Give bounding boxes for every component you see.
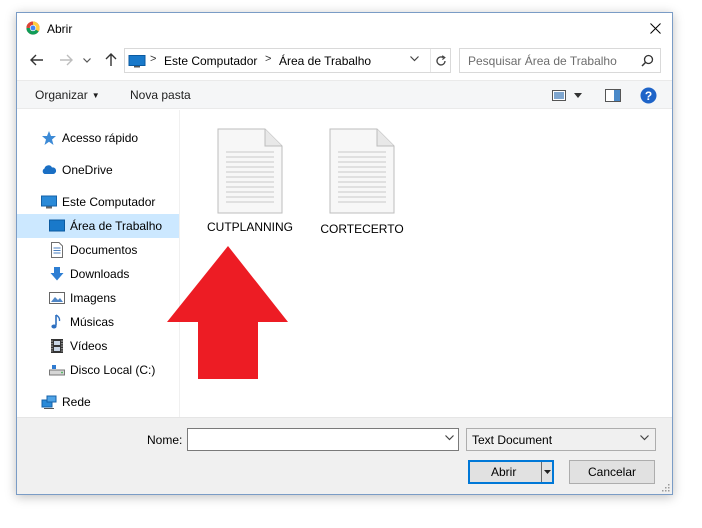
file-item-cutplanning[interactable]: CUTPLANNING xyxy=(205,128,295,240)
monitor-icon xyxy=(41,195,57,209)
filetype-value: Text Document xyxy=(472,433,553,447)
star-icon xyxy=(42,131,56,145)
back-arrow-icon xyxy=(30,54,43,66)
recent-locations-button[interactable] xyxy=(80,48,94,72)
sidebar-item-documentos[interactable]: Documentos xyxy=(17,238,179,262)
open-options-button[interactable] xyxy=(541,462,552,482)
sidebar-item-imagens[interactable]: Imagens xyxy=(17,286,179,310)
forward-arrow-icon xyxy=(60,54,73,66)
red-up-arrow-annotation xyxy=(167,246,288,379)
sidebar-item-label: Disco Local (C:) xyxy=(70,363,156,377)
caret-down-icon[interactable] xyxy=(574,93,582,98)
filetype-select[interactable]: Text Document xyxy=(466,428,656,451)
sidebar-item-label: Área de Trabalho xyxy=(70,219,163,233)
sidebar-item-musicas[interactable]: Músicas xyxy=(17,310,179,334)
breadcrumb-separator: > xyxy=(150,53,157,65)
view-options-icon[interactable] xyxy=(552,90,566,101)
sidebar-item-acesso-rapido[interactable]: Acesso rápido xyxy=(17,126,179,150)
sidebar-item-label: Rede xyxy=(62,395,91,409)
picture-icon xyxy=(49,292,65,304)
file-item-cortecerto[interactable]: CORTECERTO xyxy=(317,128,407,240)
up-arrow-icon xyxy=(105,53,117,66)
chevron-down-icon xyxy=(640,435,649,441)
search-box[interactable]: Pesquisar Área de Trabalho xyxy=(459,48,661,73)
refresh-icon xyxy=(436,54,446,66)
help-icon[interactable]: ? xyxy=(640,87,657,104)
navigation-pane: Acesso rápido OneDrive Este Computador Á… xyxy=(17,110,180,417)
desktop-icon xyxy=(49,219,65,232)
sidebar-item-label: Imagens xyxy=(70,291,117,305)
sidebar-item-label: Músicas xyxy=(70,315,115,329)
dialog-footer: Nome: Text Document Abrir Cancelar xyxy=(17,417,672,494)
refresh-button[interactable] xyxy=(430,49,451,72)
close-icon xyxy=(649,23,661,34)
text-file-icon xyxy=(217,128,283,214)
music-icon xyxy=(51,314,61,329)
filename-label: Nome: xyxy=(147,433,183,447)
sidebar-item-label: OneDrive xyxy=(62,163,113,177)
window-title: Abrir xyxy=(47,22,73,36)
sidebar-item-este-computador[interactable]: Este Computador xyxy=(17,190,179,214)
svg-text:?: ? xyxy=(645,89,652,103)
open-button-label: Abrir xyxy=(491,465,517,479)
breadcrumb-area-de-trabalho[interactable]: Área de Trabalho xyxy=(279,54,371,68)
command-bar: Organizar ▼ Nova pasta ? xyxy=(17,80,672,109)
chevron-down-icon xyxy=(83,57,91,63)
organize-label: Organizar xyxy=(35,88,88,102)
breadcrumb-este-computador[interactable]: Este Computador xyxy=(164,54,257,68)
sidebar-item-label: Downloads xyxy=(70,267,130,281)
download-icon xyxy=(50,267,64,281)
sidebar-item-label: Documentos xyxy=(70,243,138,257)
monitor-icon xyxy=(128,55,146,68)
resize-grip-icon[interactable] xyxy=(660,482,670,492)
document-icon xyxy=(51,242,63,258)
file-name: CORTECERTO xyxy=(320,222,404,236)
cancel-button-label: Cancelar xyxy=(587,465,637,479)
caret-down-icon xyxy=(543,470,551,474)
chevron-down-icon[interactable] xyxy=(410,56,419,62)
forward-button[interactable] xyxy=(54,48,78,72)
cloud-icon xyxy=(42,165,57,174)
breadcrumb-separator: > xyxy=(265,53,272,65)
back-button[interactable] xyxy=(25,48,49,72)
title-bar: Abrir xyxy=(17,13,672,44)
search-placeholder: Pesquisar Área de Trabalho xyxy=(468,54,617,68)
drive-icon xyxy=(49,365,65,376)
up-button[interactable] xyxy=(99,48,123,72)
sidebar-item-label: Vídeos xyxy=(70,339,108,353)
cancel-button[interactable]: Cancelar xyxy=(569,460,655,484)
text-file-icon xyxy=(329,128,395,214)
new-folder-button[interactable]: Nova pasta xyxy=(130,88,191,102)
address-row: > Este Computador > Área de Trabalho Pes… xyxy=(17,48,672,74)
network-icon xyxy=(41,395,57,409)
sidebar-item-disco-local[interactable]: Disco Local (C:) xyxy=(17,358,179,382)
chevron-down-icon[interactable] xyxy=(445,435,454,441)
preview-pane-icon[interactable] xyxy=(605,89,621,102)
sidebar-item-label: Acesso rápido xyxy=(62,131,139,145)
caret-down-icon: ▼ xyxy=(91,91,100,100)
close-button[interactable] xyxy=(638,13,672,44)
chrome-icon xyxy=(26,21,40,35)
sidebar-item-rede[interactable]: Rede xyxy=(17,390,179,414)
film-icon xyxy=(51,339,63,353)
sidebar-item-videos[interactable]: Vídeos xyxy=(17,334,179,358)
search-icon xyxy=(641,54,654,67)
address-bar[interactable]: > Este Computador > Área de Trabalho xyxy=(124,48,451,73)
file-name: CUTPLANNING xyxy=(206,220,293,234)
sidebar-item-label: Este Computador xyxy=(62,195,156,209)
sidebar-item-downloads[interactable]: Downloads xyxy=(17,262,179,286)
filename-input[interactable] xyxy=(187,428,459,451)
sidebar-item-area-de-trabalho[interactable]: Área de Trabalho xyxy=(17,214,179,238)
sidebar-item-onedrive[interactable]: OneDrive xyxy=(17,158,179,182)
open-file-dialog: Abrir > Este Computador > Área de Trabal… xyxy=(16,12,673,495)
organize-menu[interactable]: Organizar ▼ xyxy=(35,88,100,102)
